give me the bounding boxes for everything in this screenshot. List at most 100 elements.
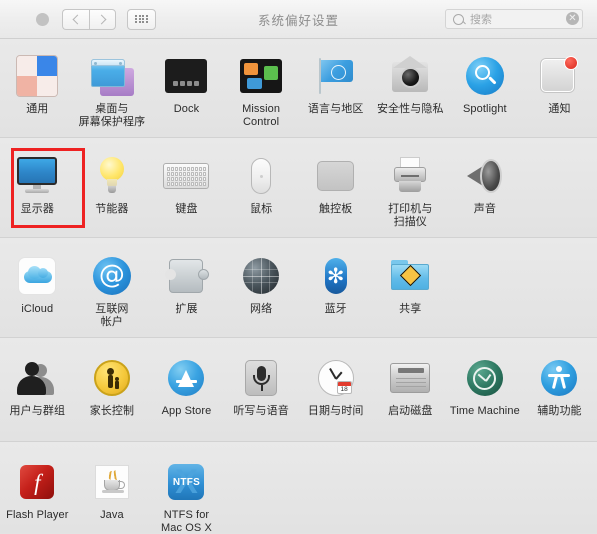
pref-pane-notifications[interactable]: 通知 (522, 52, 597, 116)
parental-controls-icon (88, 354, 136, 402)
chevron-right-icon (96, 14, 107, 24)
pref-pane-displays[interactable]: 显示器 (0, 152, 75, 216)
date-time-icon: 18 (312, 354, 360, 402)
pane-label: NTFS for Mac OS X (161, 509, 212, 534)
pane-label: 通用 (26, 103, 49, 115)
pref-pane-general[interactable]: 通用 (0, 52, 75, 116)
pane-label: 语言与地区 (307, 103, 364, 115)
search-clear-button[interactable]: ✕ (566, 12, 579, 25)
pref-pane-energy-saver[interactable]: 节能器 (75, 152, 150, 216)
pane-label: 启动磁盘 (388, 405, 433, 417)
pane-label: Spotlight (463, 103, 507, 115)
pref-pane-sound[interactable]: 声音 (448, 152, 523, 216)
pane-label: 家长控制 (89, 405, 135, 417)
extensions-icon (162, 252, 210, 300)
pref-pane-ntfs[interactable]: X NTFS NTFS for Mac OS X (149, 458, 224, 534)
sound-icon (461, 152, 509, 200)
search-icon (453, 13, 464, 25)
pane-label: App Store (161, 405, 212, 417)
show-all-button[interactable] (127, 8, 156, 30)
search-placeholder: 搜索 (470, 14, 492, 26)
pref-pane-internet-accounts[interactable]: @ 互联网 帐户 (75, 252, 150, 328)
pref-pane-users-groups[interactable]: 用户与群组 (0, 354, 75, 418)
accessibility-icon (535, 354, 583, 402)
pane-label: 触控板 (319, 203, 353, 215)
dictation-speech-icon (237, 354, 285, 402)
pref-pane-security-privacy[interactable]: 安全性与隐私 (373, 52, 448, 116)
security-privacy-icon (386, 52, 434, 100)
startup-disk-icon (386, 354, 434, 402)
back-button[interactable] (62, 8, 89, 30)
pref-pane-language-region[interactable]: 语言与地区 (298, 52, 373, 116)
mouse-icon (237, 152, 285, 200)
keyboard-icon (162, 152, 210, 200)
pane-label: 共享 (399, 303, 422, 315)
trackpad-icon (312, 152, 360, 200)
pref-pane-time-machine[interactable]: Time Machine (448, 354, 523, 418)
pane-label: iCloud (21, 303, 54, 315)
pref-pane-icloud[interactable]: iCloud (0, 252, 75, 316)
pref-pane-app-store[interactable]: App Store (149, 354, 224, 418)
icloud-icon (13, 252, 61, 300)
pref-pane-sharing[interactable]: 共享 (373, 252, 448, 316)
internet-accounts-icon: @ (88, 252, 136, 300)
row-personal: 通用 桌面与 屏幕保护程序 Dock Mission Control 语言与地区… (0, 39, 597, 138)
pref-pane-printers-scanners[interactable]: 打印机与 扫描仪 (373, 152, 448, 228)
pane-label: 听写与语音 (233, 405, 289, 417)
users-groups-icon (13, 354, 61, 402)
pref-pane-java[interactable]: Java (75, 458, 150, 522)
desktop-screensaver-icon (88, 52, 136, 100)
pref-pane-dock[interactable]: Dock (149, 52, 224, 116)
app-store-icon (162, 354, 210, 402)
pane-label: 蓝牙 (324, 303, 347, 315)
language-region-icon (312, 52, 360, 100)
ntfs-icon: X NTFS (162, 458, 210, 506)
pref-pane-spotlight[interactable]: Spotlight (448, 52, 523, 116)
pane-label: Flash Player (6, 509, 69, 521)
dock-icon (162, 52, 210, 100)
pane-label: 通知 (548, 103, 571, 115)
displays-icon (13, 152, 61, 200)
pane-label: 打印机与 扫描仪 (388, 203, 433, 228)
pane-label: Java (100, 509, 124, 521)
pref-pane-date-time[interactable]: 18 日期与时间 (298, 354, 373, 418)
pane-label: 安全性与隐私 (376, 103, 444, 115)
pane-label: 互联网 帐户 (95, 303, 129, 328)
ntfs-label: NTFS (172, 476, 201, 488)
java-icon (88, 458, 136, 506)
pref-pane-accessibility[interactable]: 辅助功能 (522, 354, 597, 418)
pref-pane-extensions[interactable]: 扩展 (149, 252, 224, 316)
pref-pane-trackpad[interactable]: 触控板 (298, 152, 373, 216)
pref-pane-flash-player[interactable]: f Flash Player (0, 458, 75, 522)
forward-button[interactable] (89, 8, 116, 30)
pane-label: 声音 (473, 203, 496, 215)
pane-label: 节能器 (95, 203, 129, 215)
time-machine-icon (461, 354, 509, 402)
pref-pane-keyboard[interactable]: 键盘 (149, 152, 224, 216)
row-internet: iCloud @ 互联网 帐户 扩展 网络 ✻ 蓝牙 共享 (0, 238, 597, 338)
pref-pane-startup-disk[interactable]: 启动磁盘 (373, 354, 448, 418)
pref-pane-bluetooth[interactable]: ✻ 蓝牙 (298, 252, 373, 316)
search-field[interactable]: 搜索 (445, 9, 583, 29)
network-icon (237, 252, 285, 300)
pane-label: Mission Control (242, 103, 281, 128)
pref-pane-mission-control[interactable]: Mission Control (224, 52, 299, 128)
pane-label: Dock (173, 103, 200, 115)
sharing-icon (386, 252, 434, 300)
pref-pane-network[interactable]: 网络 (224, 252, 299, 316)
notifications-icon (535, 52, 583, 100)
pref-pane-desktop-screensaver[interactable]: 桌面与 屏幕保护程序 (75, 52, 150, 128)
pref-pane-dictation-speech[interactable]: 听写与语音 (224, 354, 299, 418)
chevron-left-icon (72, 14, 82, 24)
pref-pane-mouse[interactable]: 鼠标 (224, 152, 299, 216)
general-icon (13, 52, 61, 100)
traffic-light-dot[interactable] (36, 12, 49, 26)
pane-label: 日期与时间 (307, 405, 364, 417)
preference-panes-grid: 通用 桌面与 屏幕保护程序 Dock Mission Control 语言与地区… (0, 39, 597, 534)
at-glyph: @ (92, 257, 131, 295)
spotlight-icon (461, 52, 509, 100)
pane-label: 鼠标 (249, 203, 273, 215)
toolbar-left-controls (36, 8, 156, 30)
pref-pane-parental-controls[interactable]: 家长控制 (75, 354, 150, 418)
bluetooth-glyph: ✻ (326, 263, 345, 288)
